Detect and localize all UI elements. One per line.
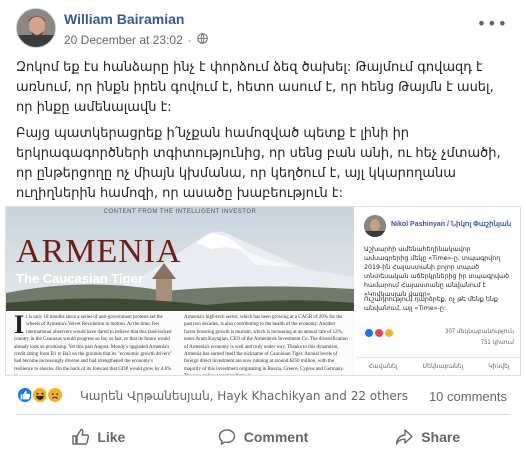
globe-icon[interactable] [196, 33, 208, 47]
post-timestamp[interactable]: 20 December at 23:02 [64, 33, 183, 47]
like-button[interactable]: Like [16, 418, 181, 456]
article-column-2: Armenia's high-tech sector, which has be… [184, 315, 348, 375]
article-column-1: It is only 18 months since a series of a… [14, 314, 172, 375]
embedded-comment: Մեկնաբանել [422, 363, 464, 370]
comments-count[interactable]: 10 comments [429, 389, 507, 404]
reaction-icons[interactable] [16, 386, 64, 404]
post-options-icon[interactable]: ••• [477, 14, 508, 33]
reactions-summary: Կարեն Վրթանեսյան, Hayk Khachikyan and 22… [16, 385, 510, 407]
embedded-reactions [364, 328, 394, 338]
comment-icon [218, 429, 235, 446]
divider [16, 414, 510, 415]
share-icon [396, 429, 413, 445]
haha-icon [384, 328, 394, 338]
reaction-names[interactable]: Կարեն Վրթանեսյան, Hayk Khachikyan and 22… [80, 389, 408, 403]
magazine-ad: CONTENT FROM THE INTELLIGENT INVESTOR AR… [6, 207, 354, 375]
comment-button[interactable]: Comment [181, 418, 346, 456]
author-avatar[interactable] [16, 8, 56, 48]
embedded-share: Կիսվել [488, 363, 510, 370]
magazine-subheadline: The Caucasian Tiger [16, 271, 143, 286]
embedded-post: Nikol Pashinyan / Նիկոլ Փաշինյան Աշխարհի… [356, 207, 520, 375]
embedded-text-2: Ուշադրություն դարձրեք, ոչ թե մենք ենք ան… [364, 296, 498, 312]
embedded-like: Հավանել [368, 363, 398, 370]
author-name[interactable]: William Bairamian [64, 11, 184, 27]
embedded-text-1: Աշխարհի ամենահեղինակավոր ամսագրերից մեկը… [364, 246, 510, 298]
facebook-post: William Bairamian 20 December at 23:02 ·… [0, 0, 526, 461]
like-label: Like [97, 429, 126, 445]
post-paragraph-1: Զոկոմ եք էս հանձարը ինչ է փորձում ձեզ ծա… [16, 60, 494, 115]
sad-icon[interactable] [46, 386, 64, 404]
magazine-source: CONTENT FROM THE INTELLIGENT INVESTOR [103, 209, 257, 215]
embedded-stats: 307 մեկնաբանություն 731 կիսում [364, 328, 514, 352]
embedded-actions: Հավանել Մեկնաբանել Կիսվել [356, 357, 520, 375]
embedded-author: Nikol Pashinyan / Նիկոլ Փաշինյան [391, 221, 512, 228]
embedded-avatar [364, 215, 386, 237]
embedded-comments: 307 մեկնաբանություն [445, 329, 514, 335]
like-icon [364, 328, 374, 338]
share-label: Share [421, 429, 461, 445]
magazine-headline: ARMENIA [16, 233, 182, 270]
shared-image[interactable]: CONTENT FROM THE INTELLIGENT INVESTOR AR… [5, 206, 521, 376]
article-column-1-text: t is only 18 months since a series of an… [14, 315, 172, 375]
meta-separator: · [187, 33, 192, 47]
embedded-shares: 731 կիսում [480, 340, 514, 346]
comment-label: Comment [243, 429, 309, 445]
thumbs-up-icon [72, 428, 90, 445]
magazine-article: It is only 18 months since a series of a… [6, 311, 354, 375]
love-icon [374, 328, 384, 338]
post-paragraph-2: Բայց պատկերացրեք ի՛նչքան համոզված պետք է… [16, 126, 501, 201]
share-button[interactable]: Share [345, 418, 510, 456]
post-meta: 20 December at 23:02 · [64, 33, 208, 47]
action-bar: Like Comment Share [16, 418, 510, 456]
article-dropcap: I [14, 314, 25, 339]
